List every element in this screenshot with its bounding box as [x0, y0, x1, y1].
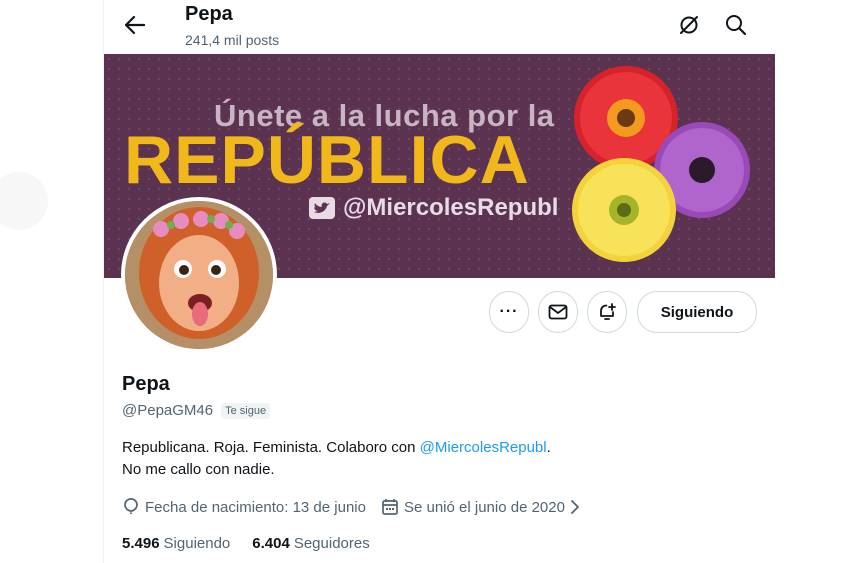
handle-row: @PepaGM46 Te sigue [122, 402, 271, 419]
more-dots-icon: ··· [499, 303, 519, 320]
cartoon-girl-illustration [125, 201, 273, 349]
following-button[interactable]: Siguiendo [637, 291, 757, 333]
right-gutter [775, 0, 860, 563]
birthday-item: Fecha de nacimiento: 13 de junio [122, 497, 366, 517]
profile-avatar[interactable] [121, 197, 277, 353]
top-bar: Pepa 241,4 mil posts [104, 0, 775, 54]
more-options-button[interactable]: ··· [489, 291, 529, 333]
notifications-button[interactable] [587, 291, 627, 333]
bio-line-2: No me callo con nadie. [122, 461, 275, 478]
bio-punct: . [546, 439, 551, 456]
banner-handle: @MiercolesRepubl [343, 194, 559, 221]
envelope-icon [548, 304, 568, 320]
balloon-icon [124, 498, 138, 514]
joined-text: Se unió el junio de 2020 [403, 498, 565, 516]
banner-line2: REPÚBLICA [124, 122, 530, 198]
grok-icon [680, 16, 698, 34]
following-label: Siguiendo [163, 535, 231, 552]
flowers-illustration [572, 66, 750, 262]
message-button[interactable] [538, 291, 578, 333]
calendar-icon [382, 499, 398, 515]
grok-button[interactable] [674, 10, 704, 40]
follows-you-badge: Te sigue [221, 402, 271, 419]
background-shape [0, 172, 48, 230]
back-button[interactable] [122, 12, 148, 38]
banner-line3: @MiercolesRepubl [309, 194, 558, 222]
arrow-left-icon [125, 16, 145, 34]
followers-stat[interactable]: 6.404 Seguidores [252, 535, 369, 552]
twitter-bird-icon [309, 197, 335, 219]
birthday-text: Fecha de nacimiento: 13 de junio [145, 498, 366, 516]
post-count: 241,4 mil posts [185, 32, 280, 48]
chevron-right-icon [571, 500, 579, 514]
bio-line-1: Republicana. Roja. Feminista. Colaboro c… [122, 437, 551, 459]
bio-text: Republicana. Roja. Feminista. Colaboro c… [122, 439, 420, 456]
search-button[interactable] [721, 10, 751, 40]
bio-mention-link[interactable]: @MiercolesRepubl [420, 439, 547, 456]
profile-bio: Republicana. Roja. Feminista. Colaboro c… [122, 437, 551, 481]
page-title: Pepa [185, 3, 233, 25]
following-stat[interactable]: 5.496 Siguiendo [122, 535, 230, 552]
followers-count: 6.404 [252, 535, 290, 552]
profile-stats: 5.496 Siguiendo 6.404 Seguidores [122, 535, 370, 552]
bell-plus-icon [600, 303, 616, 320]
joined-item[interactable]: Se unió el junio de 2020 [381, 498, 580, 516]
followers-label: Seguidores [293, 535, 370, 552]
profile-name: Pepa [122, 373, 170, 395]
following-count: 5.496 [122, 535, 160, 552]
profile-handle: @PepaGM46 [122, 402, 214, 419]
left-gutter [0, 0, 103, 563]
search-icon [726, 15, 747, 36]
profile-column: Pepa 241,4 mil posts Únete a la lucha po… [103, 0, 776, 563]
profile-meta: Fecha de nacimiento: 13 de junio Se unió… [122, 497, 580, 517]
avatar-image [125, 201, 273, 349]
